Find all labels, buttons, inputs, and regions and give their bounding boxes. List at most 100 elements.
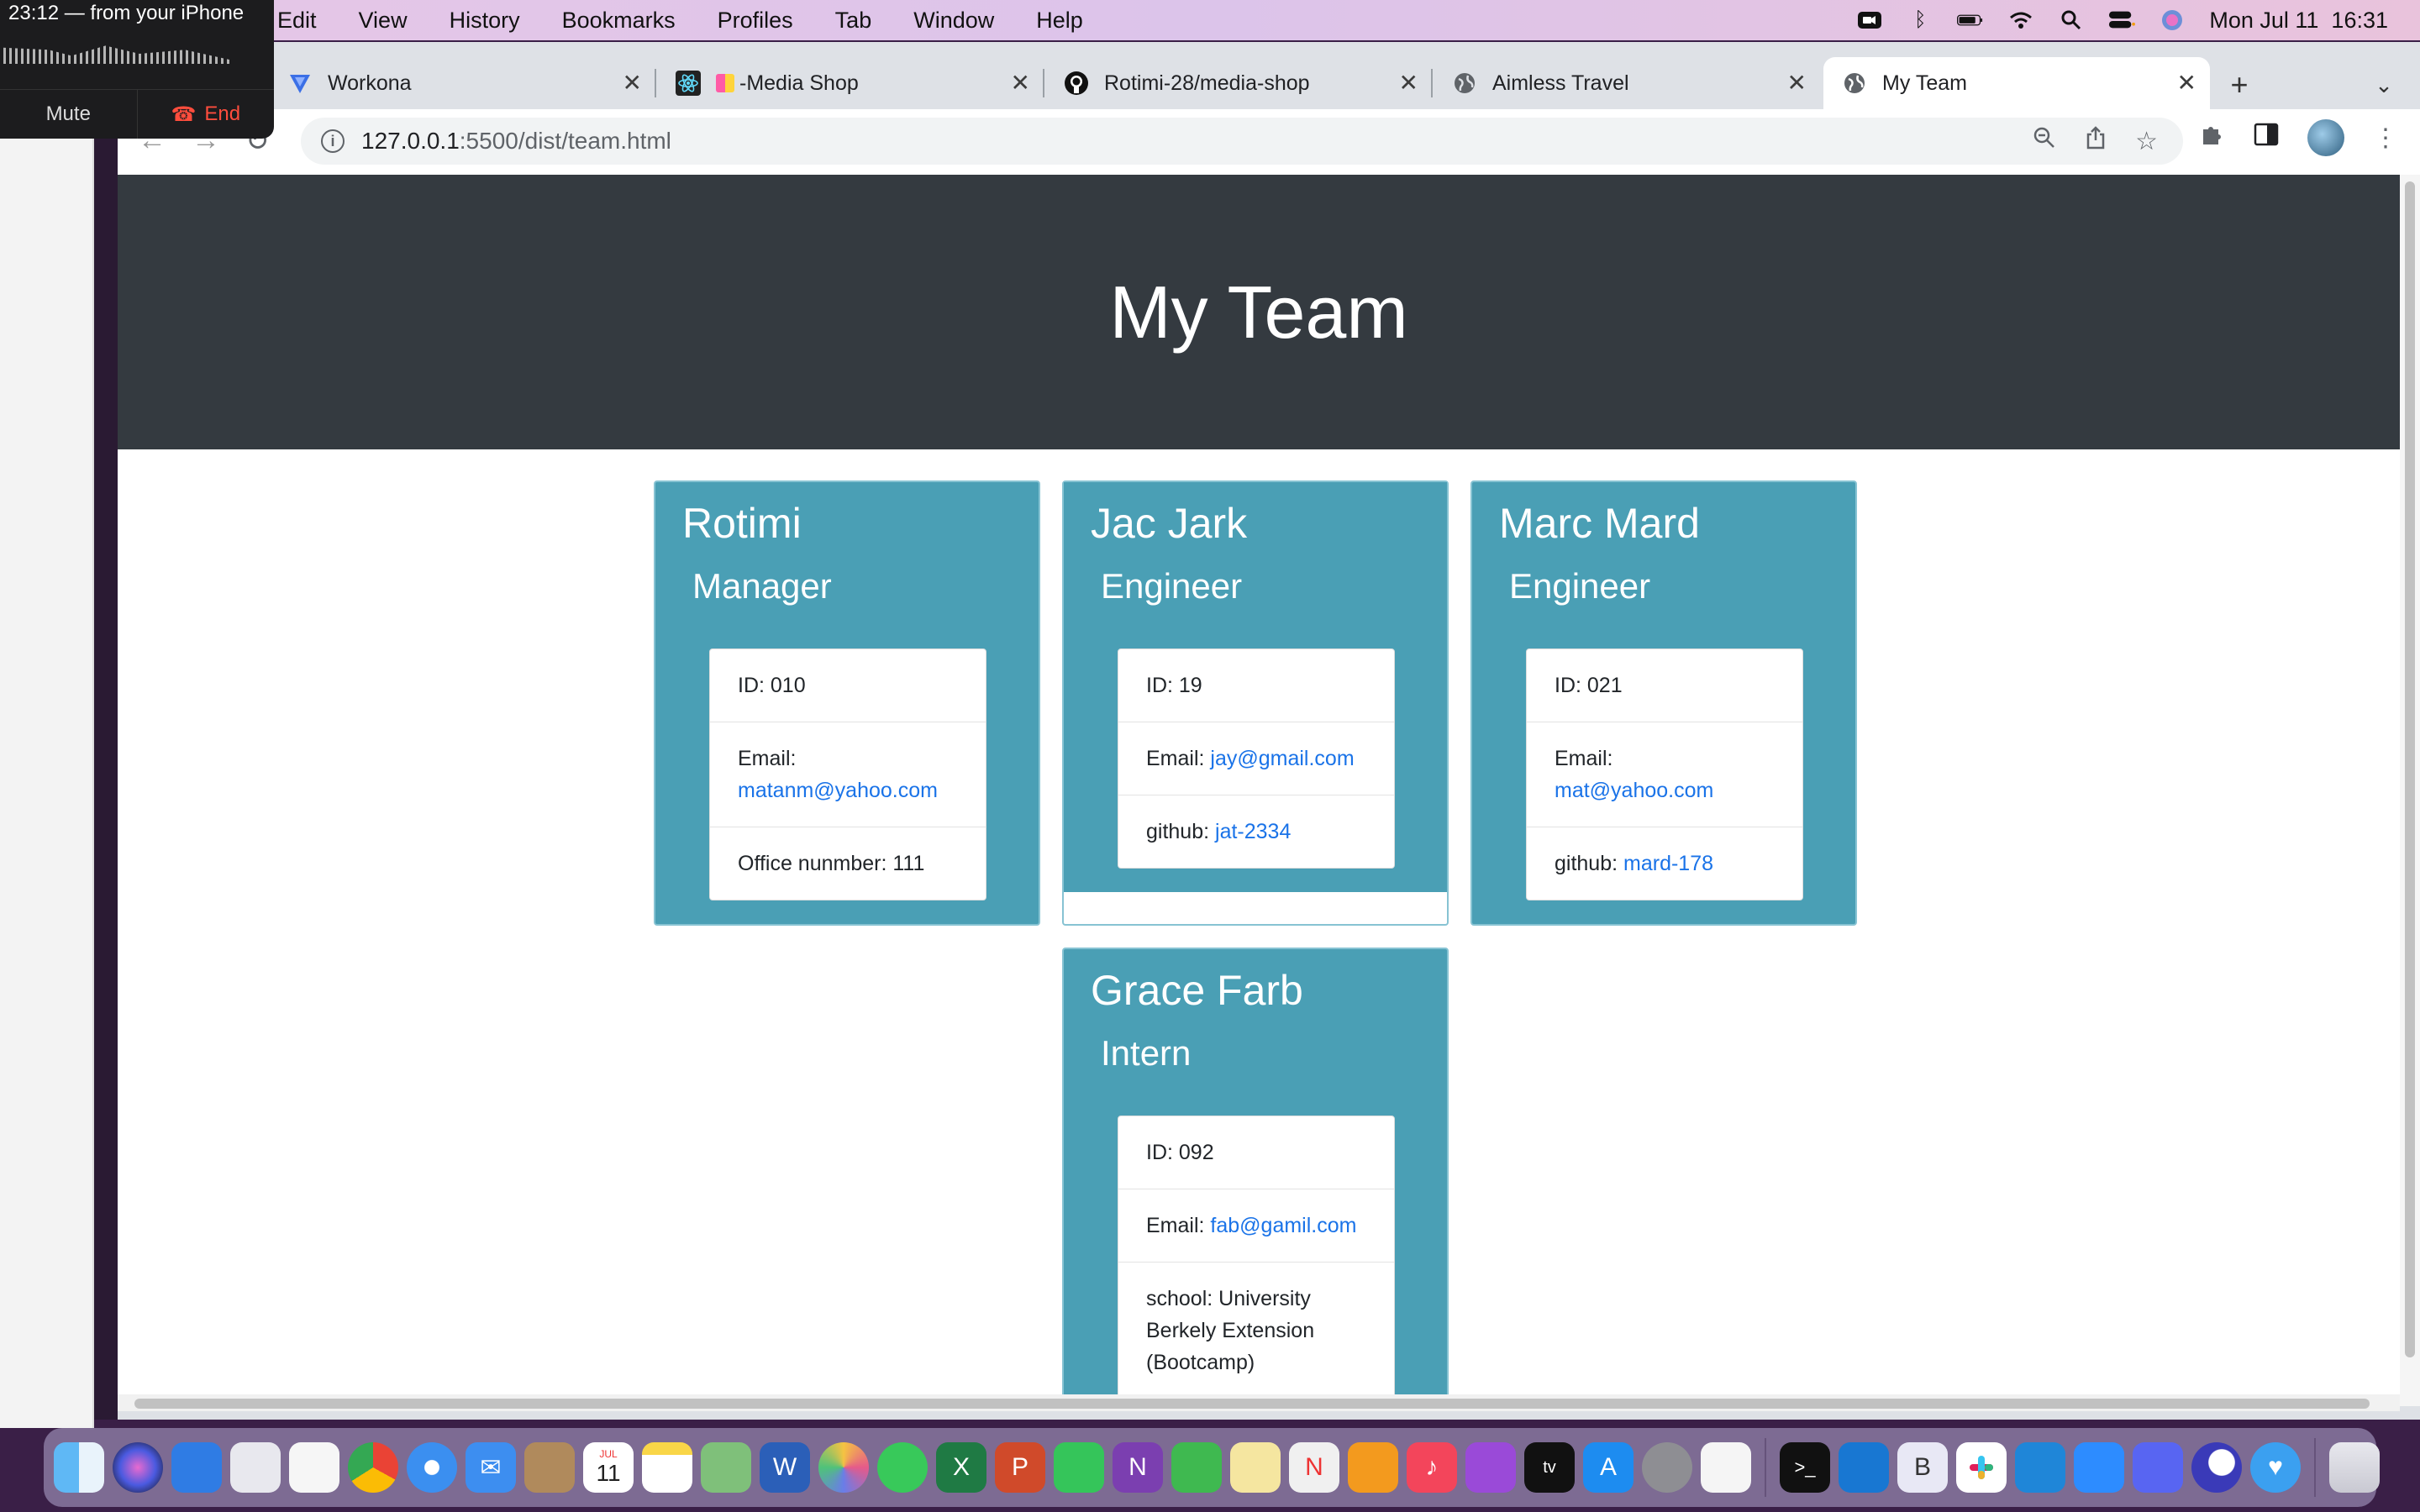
tab-aimless-travel[interactable]: Aimless Travel ✕ [1434, 57, 1820, 109]
dock-divider [1765, 1438, 1766, 1497]
music-icon[interactable]: ♪ [1407, 1442, 1457, 1493]
email-link[interactable]: jay@gmail.com [1210, 747, 1354, 770]
email-label: Email: [1555, 747, 1613, 770]
reminders-icon[interactable] [289, 1442, 339, 1493]
email-link[interactable]: matanm@yahoo.com [738, 779, 938, 802]
discord-icon[interactable] [2133, 1442, 2183, 1493]
page-viewport: My Team Rotimi Manager ID: 010 Email: ma… [118, 175, 2400, 1406]
tab-github-repo[interactable]: Rotimi-28/media-shop ✕ [1045, 57, 1433, 109]
github-link[interactable]: jat-2334 [1215, 820, 1291, 843]
bookmark-star-icon[interactable]: ☆ [2135, 127, 2158, 156]
globe-icon [1452, 71, 1477, 96]
trash-icon[interactable] [2329, 1442, 2380, 1493]
terminal-icon[interactable]: >_ [1780, 1442, 1830, 1493]
employee-role: Manager [692, 566, 832, 606]
menu-help[interactable]: Help [1036, 8, 1083, 34]
stickies-icon[interactable] [1230, 1442, 1281, 1493]
menu-history[interactable]: History [450, 8, 520, 34]
close-icon[interactable]: ✕ [623, 69, 642, 97]
calendar-day: 11 [596, 1460, 621, 1486]
site-info-icon[interactable]: i [321, 129, 345, 153]
siri-icon[interactable] [113, 1442, 163, 1493]
bbedit-icon[interactable]: B [1897, 1442, 1948, 1493]
contacts-icon[interactable] [524, 1442, 575, 1493]
heart-app-icon[interactable]: ♥ [2250, 1442, 2301, 1493]
employee-email-row: Email: matanm@yahoo.com [710, 722, 986, 827]
vscode-icon[interactable] [2015, 1442, 2065, 1493]
mute-button[interactable]: Mute [0, 90, 138, 139]
launchpad-icon[interactable] [230, 1442, 281, 1493]
textedit-icon[interactable] [1701, 1442, 1751, 1493]
safari-icon[interactable] [407, 1442, 457, 1493]
zoom-icon[interactable] [2074, 1442, 2124, 1493]
profile-avatar[interactable] [2307, 119, 2344, 156]
extensions-puzzle-icon[interactable] [2200, 122, 2225, 154]
chrome-icon[interactable] [348, 1442, 398, 1493]
tab-workona[interactable]: Workona ✕ [269, 57, 656, 109]
email-link[interactable]: mat@yahoo.com [1555, 779, 1713, 802]
battery-icon[interactable] [1957, 8, 1984, 32]
zoom-icon[interactable] [2033, 126, 2056, 156]
end-call-button[interactable]: ☎ End [138, 90, 275, 139]
horizontal-scrollbar[interactable] [118, 1394, 2400, 1411]
menu-window[interactable]: Window [913, 8, 994, 34]
photos-icon[interactable] [818, 1442, 869, 1493]
powerpoint-icon[interactable]: P [995, 1442, 1045, 1493]
calendar-icon[interactable]: JUL 11 [583, 1442, 634, 1493]
notes-icon[interactable] [642, 1442, 692, 1493]
siri-icon[interactable] [2159, 8, 2186, 32]
pages-icon[interactable] [1348, 1442, 1398, 1493]
close-icon[interactable]: ✕ [1787, 69, 1807, 97]
employee-office-number: Office nunmber: 111 [738, 852, 925, 875]
employee-role: Intern [1101, 1033, 1192, 1073]
mail-icon[interactable]: ✉ [466, 1442, 516, 1493]
tab-media-shop[interactable]: -Media Shop ✕ [657, 57, 1044, 109]
wifi-icon[interactable] [2007, 8, 2034, 32]
keynote-icon[interactable] [171, 1442, 222, 1493]
share-icon[interactable] [2085, 125, 2107, 157]
menu-view[interactable]: View [359, 8, 408, 34]
word-icon[interactable]: W [760, 1442, 810, 1493]
video-camera-icon[interactable] [1856, 8, 1883, 32]
menu-tab[interactable]: Tab [835, 8, 872, 34]
slack-icon[interactable] [1956, 1442, 2007, 1493]
close-icon[interactable]: ✕ [2177, 69, 2196, 97]
employee-card: Jac Jark Engineer ID: 19 Email: jay@gmai… [1062, 480, 1449, 926]
finder-icon[interactable] [54, 1442, 104, 1493]
night-owl-icon[interactable] [2191, 1442, 2242, 1493]
tab-search-button[interactable]: ⌄ [2363, 64, 2405, 106]
tab-my-team[interactable]: My Team ✕ [1823, 57, 2210, 109]
trello-icon[interactable] [1839, 1442, 1889, 1493]
github-link[interactable]: mard-178 [1623, 852, 1713, 875]
messages-icon[interactable] [877, 1442, 928, 1493]
control-center-icon[interactable] [2108, 8, 2136, 32]
maps-icon[interactable] [701, 1442, 751, 1493]
onenote-icon[interactable]: N [1113, 1442, 1163, 1493]
numbers-icon[interactable] [1171, 1442, 1222, 1493]
employee-role: Engineer [1509, 566, 1651, 606]
close-icon[interactable]: ✕ [1399, 69, 1418, 97]
close-icon[interactable]: ✕ [1011, 69, 1030, 97]
github-label: github: [1555, 852, 1624, 875]
excel-icon[interactable]: X [936, 1442, 986, 1493]
address-bar[interactable]: i 127.0.0.1:5500/dist/team.html ☆ [301, 118, 2183, 165]
email-link[interactable]: fab@gamil.com [1210, 1214, 1356, 1237]
news-icon[interactable]: N [1289, 1442, 1339, 1493]
more-menu-icon[interactable]: ⋮ [2373, 123, 2398, 153]
system-preferences-icon[interactable] [1642, 1442, 1692, 1493]
new-tab-button[interactable]: + [2218, 64, 2260, 106]
menubar-clock[interactable]: Mon Jul 11 16:31 [2209, 8, 2388, 34]
employee-id: ID: 010 [710, 649, 986, 722]
menu-bookmarks[interactable]: Bookmarks [562, 8, 676, 34]
github-label: github: [1146, 820, 1216, 843]
bluetooth-icon[interactable]: ᛒ [1907, 8, 1933, 32]
podcasts-icon[interactable] [1465, 1442, 1516, 1493]
menu-edit[interactable]: Edit [277, 8, 317, 34]
menu-profiles[interactable]: Profiles [718, 8, 793, 34]
app-store-icon[interactable]: A [1583, 1442, 1634, 1493]
apple-tv-icon[interactable]: tv [1524, 1442, 1575, 1493]
spotlight-search-icon[interactable] [2058, 8, 2085, 32]
facetime-icon[interactable] [1054, 1442, 1104, 1493]
vertical-scrollbar[interactable] [2400, 175, 2420, 1406]
side-panel-icon[interactable] [2254, 123, 2279, 153]
